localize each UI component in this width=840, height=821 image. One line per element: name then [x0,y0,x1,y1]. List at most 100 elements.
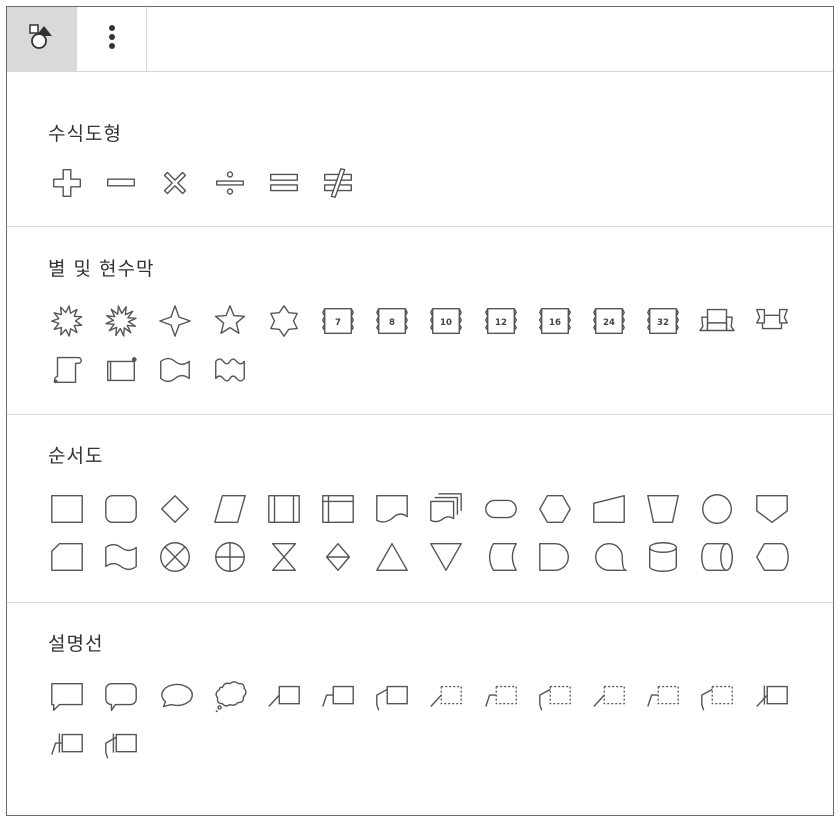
shape-alternate-process[interactable] [101,489,141,529]
display-icon [753,538,791,576]
shape-divide[interactable] [210,163,250,203]
shape-data[interactable] [210,489,250,529]
shape-line-callout-3[interactable] [372,677,412,717]
shape-star-4[interactable] [155,301,195,341]
shape-display[interactable] [752,537,792,577]
shape-punched-tape[interactable] [101,537,141,577]
shape-line-callout-2[interactable] [318,677,358,717]
shape-double-wave[interactable] [210,349,250,389]
shape-preparation[interactable] [535,489,575,529]
shape-rectangular-callout[interactable] [47,677,87,717]
punched-card-icon [48,538,86,576]
shape-off-page-connector[interactable] [752,489,792,529]
shape-not-equal[interactable] [318,163,358,203]
shape-line-callout-1[interactable] [264,677,304,717]
shape-explosion-1[interactable] [47,301,87,341]
or-icon [211,538,249,576]
shape-oval-callout[interactable] [155,677,195,717]
shape-summing-junction[interactable] [155,537,195,577]
shape-line-callout-3-no-border[interactable] [535,677,575,717]
star-6-icon [265,302,303,340]
section-divider [7,602,833,603]
line-callout-3-border-accent-icon [102,726,140,764]
shape-scroll-horizontal[interactable] [101,349,141,389]
vertical-ellipsis-icon [107,22,117,56]
shape-scroll-vertical[interactable] [47,349,87,389]
shape-line-callout-3-border-accent[interactable] [101,725,141,765]
shape-ribbon-up[interactable] [752,301,792,341]
stored-data-icon [482,538,520,576]
line-callout-3-accent-icon [698,678,736,716]
shape-magnetic-disk[interactable] [643,537,683,577]
shape-star-32[interactable]: 32 [643,301,683,341]
shape-explosion-2[interactable] [101,301,141,341]
shape-merge[interactable] [426,537,466,577]
star-12-icon: 12 [482,302,520,340]
shape-star-16[interactable]: 16 [535,301,575,341]
shape-manual-operation[interactable] [643,489,683,529]
shape-line-callout-2-no-border[interactable] [481,677,521,717]
shape-collate[interactable] [264,537,304,577]
shape-direct-access-storage[interactable] [697,537,737,577]
delay-icon [536,538,574,576]
shape-minus[interactable] [101,163,141,203]
shape-star-6[interactable] [264,301,304,341]
shape-ribbon-down[interactable] [697,301,737,341]
equal-icon [265,164,303,202]
line-callout-3-icon [373,678,411,716]
shape-star-7[interactable]: 7 [318,301,358,341]
shape-line-callout-1-accent[interactable] [589,677,629,717]
shape-line-callout-1-border-accent[interactable] [752,677,792,717]
punched-tape-icon [102,538,140,576]
shape-extract[interactable] [372,537,412,577]
star-16-icon: 16 [536,302,574,340]
shape-stored-data[interactable] [481,537,521,577]
shape-rounded-rectangular-callout[interactable] [101,677,141,717]
shape-document[interactable] [372,489,412,529]
shape-star-24[interactable]: 24 [589,301,629,341]
merge-icon [427,538,465,576]
not-equal-icon [319,164,357,202]
shape-star-10[interactable]: 10 [426,301,466,341]
shape-star-8[interactable]: 8 [372,301,412,341]
shape-internal-storage[interactable] [318,489,358,529]
star-point-count: 16 [549,318,561,328]
shape-terminator[interactable] [481,489,521,529]
tab-shapes[interactable] [7,7,77,71]
shape-wave[interactable] [155,349,195,389]
shape-connector[interactable] [697,489,737,529]
shape-punched-card[interactable] [47,537,87,577]
cloud-callout-icon [211,678,249,713]
shape-star-12[interactable]: 12 [481,301,521,341]
shape-or[interactable] [210,537,250,577]
shape-line-callout-1-no-border[interactable] [426,677,466,717]
shape-process[interactable] [47,489,87,529]
sequential-access-storage-icon [590,538,628,576]
shape-multidocument[interactable] [426,489,466,529]
double-wave-icon [211,350,249,388]
shape-sequential-access-storage[interactable] [589,537,629,577]
multiply-icon [156,164,194,202]
shape-predefined-process[interactable] [264,489,304,529]
shape-cloud-callout[interactable] [210,677,250,717]
manual-input-icon [590,490,628,528]
divide-icon [211,164,249,202]
shape-multiply[interactable] [155,163,195,203]
star-point-count: 10 [440,318,452,328]
shape-line-callout-2-accent[interactable] [643,677,683,717]
shape-equal[interactable] [264,163,304,203]
oval-callout-icon [156,678,194,716]
extract-icon [373,538,411,576]
shape-line-callout-3-accent[interactable] [697,677,737,717]
shape-line-callout-2-border-accent[interactable] [47,725,87,765]
data-icon [211,490,249,528]
shape-delay[interactable] [535,537,575,577]
shape-plus[interactable] [47,163,87,203]
star-point-count: 7 [335,318,341,328]
shape-star-5[interactable] [210,301,250,341]
shape-decision[interactable] [155,489,195,529]
document-icon [373,490,411,528]
shape-sort[interactable] [318,537,358,577]
shape-manual-input[interactable] [589,489,629,529]
tab-more-options[interactable] [77,7,147,71]
